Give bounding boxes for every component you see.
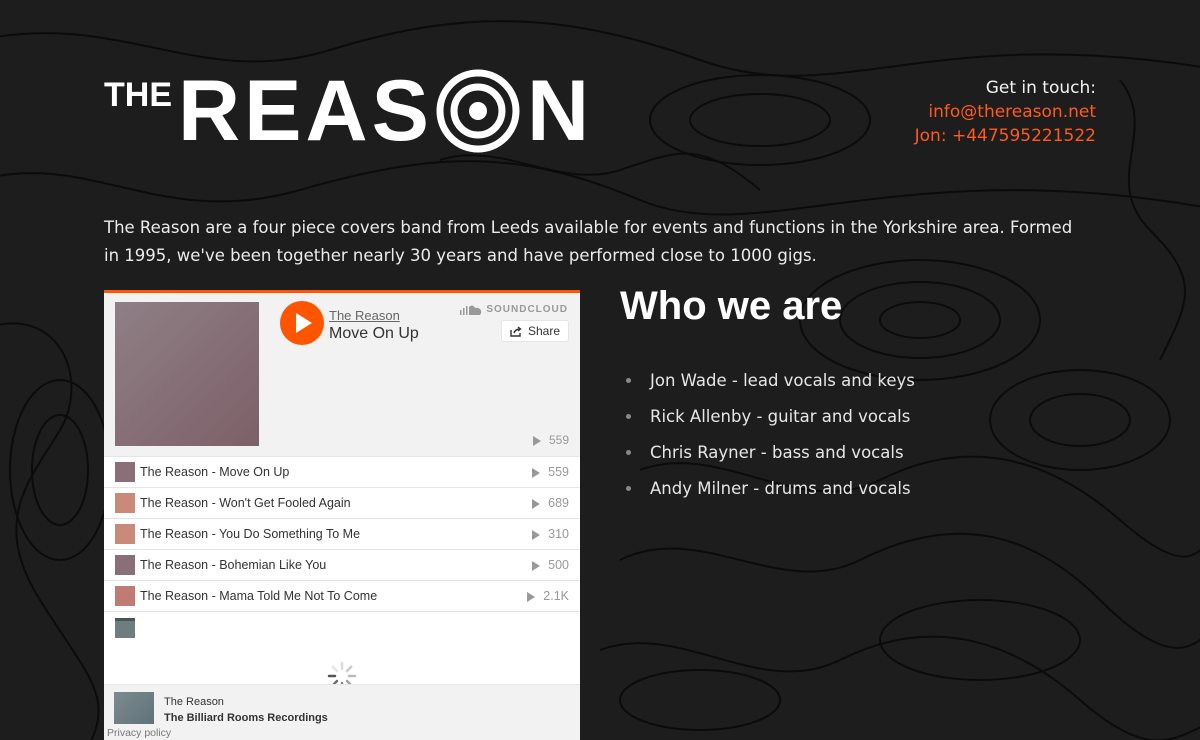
- target-icon: [436, 69, 520, 153]
- list-item: Chris Rayner - bass and vocals: [626, 434, 915, 470]
- track-thumbnail: [115, 462, 135, 482]
- track-row-plays-value: 310: [548, 527, 569, 541]
- contact-block: Get in touch: info@thereason.net Jon: +4…: [915, 76, 1096, 148]
- play-count: 559: [532, 433, 569, 447]
- play-count-icon: [532, 560, 541, 571]
- bullet-icon: [626, 485, 631, 491]
- email-link[interactable]: info@thereason.net: [915, 100, 1096, 124]
- track-row-plays-value: 2.1K: [543, 589, 569, 603]
- logo-the-text: THE: [104, 76, 172, 114]
- track-thumbnail: [115, 555, 135, 575]
- bullet-icon: [626, 449, 631, 455]
- track-artist-link[interactable]: The Reason: [329, 308, 400, 323]
- track-row-plays: 310: [532, 527, 569, 541]
- track-row-plays-value: 689: [548, 496, 569, 510]
- member-text: Rick Allenby - guitar and vocals: [650, 406, 911, 426]
- track-row-plays: 559: [532, 465, 569, 479]
- logo-reason-right: N: [526, 63, 594, 159]
- track-row-title: The Reason - Won't Get Fooled Again: [140, 496, 351, 510]
- contact-label: Get in touch:: [985, 78, 1096, 98]
- soundcloud-widget[interactable]: The Reason Move On Up SOUNDCLOUD Share 5…: [104, 290, 580, 740]
- track-row-title: The Reason - You Do Something To Me: [140, 527, 361, 541]
- track-row-title: The Reason - Move On Up: [140, 465, 290, 479]
- play-count-icon: [532, 498, 541, 509]
- member-list: Jon Wade - lead vocals and keys Rick All…: [626, 362, 915, 506]
- soundcloud-footer: The Reason The Billiard Rooms Recordings…: [104, 684, 580, 740]
- list-item: Rick Allenby - guitar and vocals: [626, 398, 915, 434]
- track-list: The Reason - Move On Up 559 The Reason -…: [104, 456, 580, 612]
- share-icon: [510, 325, 522, 337]
- play-count-icon: [532, 529, 541, 540]
- track-thumbnail: [115, 586, 135, 606]
- play-count-icon: [527, 591, 536, 602]
- loading-track-thumbnail: [115, 618, 135, 638]
- track-row[interactable]: The Reason - You Do Something To Me 310: [104, 519, 580, 550]
- soundcloud-header: The Reason Move On Up SOUNDCLOUD Share 5…: [104, 293, 580, 456]
- track-row-title: The Reason - Bohemian Like You: [140, 558, 327, 572]
- logo-reason-text: REAS N: [178, 68, 593, 154]
- privacy-policy-link[interactable]: Privacy policy: [107, 727, 171, 739]
- track-thumbnail: [115, 493, 135, 513]
- track-artwork[interactable]: [115, 302, 259, 446]
- playlist-user[interactable]: The Reason: [164, 696, 224, 708]
- bullet-icon: [626, 413, 631, 419]
- member-text: Andy Milner - drums and vocals: [650, 478, 911, 498]
- list-item: Andy Milner - drums and vocals: [626, 470, 915, 506]
- play-count-icon: [532, 435, 541, 446]
- logo-reason-left: REAS: [178, 63, 433, 159]
- list-item: Jon Wade - lead vocals and keys: [626, 362, 915, 398]
- track-row-plays-value: 559: [548, 465, 569, 479]
- phone-link[interactable]: Jon: +447595221522: [915, 124, 1096, 148]
- play-count-icon: [532, 467, 541, 478]
- bullet-icon: [626, 377, 631, 383]
- track-thumbnail: [115, 524, 135, 544]
- track-row[interactable]: The Reason - Move On Up 559: [104, 457, 580, 488]
- track-row-title: The Reason - Mama Told Me Not To Come: [140, 589, 378, 603]
- track-row[interactable]: The Reason - Bohemian Like You 500: [104, 550, 580, 581]
- track-row-plays-value: 500: [548, 558, 569, 572]
- soundcloud-brand-text: SOUNDCLOUD: [486, 304, 568, 315]
- share-button[interactable]: Share: [501, 320, 569, 342]
- playlist-artwork[interactable]: [114, 692, 154, 724]
- member-text: Jon Wade - lead vocals and keys: [650, 370, 915, 390]
- share-label: Share: [527, 324, 561, 338]
- playlist-title[interactable]: The Billiard Rooms Recordings: [164, 712, 328, 724]
- track-row-plays: 2.1K: [527, 589, 569, 603]
- track-row-plays: 500: [532, 558, 569, 572]
- soundcloud-cloud-icon: [460, 305, 482, 315]
- member-text: Chris Rayner - bass and vocals: [650, 442, 904, 462]
- track-title[interactable]: Move On Up: [329, 325, 419, 343]
- play-button[interactable]: [280, 301, 324, 345]
- play-count-value: 559: [548, 433, 569, 447]
- track-row[interactable]: The Reason - Won't Get Fooled Again 689: [104, 488, 580, 519]
- who-we-are-heading: Who we are: [620, 284, 843, 328]
- track-row[interactable]: The Reason - Mama Told Me Not To Come 2.…: [104, 581, 580, 612]
- intro-paragraph: The Reason are a four piece covers band …: [104, 218, 1073, 265]
- soundcloud-logo[interactable]: SOUNDCLOUD: [460, 304, 568, 315]
- track-row-plays: 689: [532, 496, 569, 510]
